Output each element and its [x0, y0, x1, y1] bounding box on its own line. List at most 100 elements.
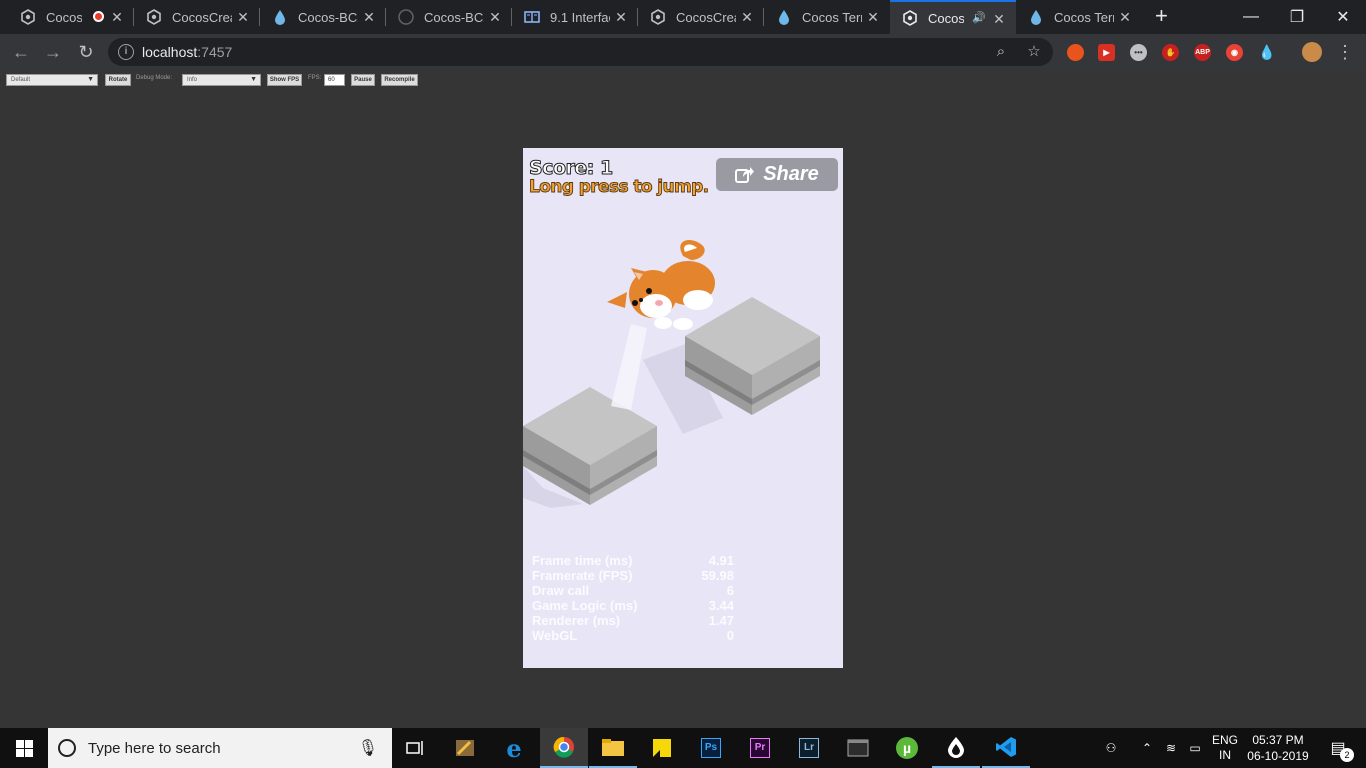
tab-strip: CocosC ✕ CocosCreat ✕ Cocos-BCX ✕ Cocos-…	[0, 0, 1366, 34]
close-icon[interactable]: ✕	[740, 9, 754, 26]
fps-label: FPS:	[308, 75, 322, 81]
debug-mode-select[interactable]: Info ▼	[182, 74, 261, 86]
restore-icon[interactable]: ❐	[1274, 0, 1320, 34]
sticky-notes-icon[interactable]	[638, 728, 686, 768]
tab-6[interactable]: Cocos Term ✕	[764, 0, 890, 34]
profile-avatar[interactable]	[1302, 42, 1322, 62]
close-window-icon[interactable]: ✕	[1320, 0, 1366, 34]
terminal-icon[interactable]	[834, 728, 882, 768]
tray-chevron-up-icon[interactable]: ⌃	[1136, 728, 1158, 768]
tab-8[interactable]: Cocos Term ✕	[1016, 0, 1142, 34]
cocos-icon	[20, 9, 36, 25]
vscode-icon[interactable]	[982, 728, 1030, 768]
debug-mode-label: Debug Mode:	[136, 75, 173, 81]
people-icon[interactable]: ⚇	[1098, 728, 1124, 768]
share-button[interactable]: Share	[716, 158, 838, 191]
extension-hand-icon[interactable]: ✋	[1162, 44, 1179, 61]
tab-3[interactable]: Cocos-BCX/ ✕	[386, 0, 512, 34]
address-bar[interactable]: i localhost:7457 ⌕ ☆	[108, 38, 1053, 66]
lightroom-icon[interactable]: Lr	[785, 728, 833, 768]
speaker-icon[interactable]: 🔊	[972, 11, 986, 24]
clock-time: 05:37 PM	[1252, 733, 1304, 747]
tab-5[interactable]: CocosCreat ✕	[638, 0, 764, 34]
utorrent-icon[interactable]: µ	[883, 728, 931, 768]
notification-count-badge: 2	[1340, 748, 1354, 762]
chrome-icon[interactable]	[540, 728, 588, 768]
show-fps-button[interactable]: Show FPS	[267, 74, 302, 86]
rotate-button[interactable]: Rotate	[105, 74, 131, 86]
cocos-icon	[902, 10, 918, 26]
close-icon[interactable]: ✕	[866, 9, 880, 26]
fps-input[interactable]: 60	[324, 74, 345, 86]
chevron-down-icon: ▼	[250, 76, 257, 83]
back-icon[interactable]: ←	[10, 42, 32, 62]
taskbar-search[interactable]: Type here to search 🎙	[48, 728, 392, 768]
close-icon[interactable]: ✕	[488, 9, 502, 26]
minimize-icon[interactable]: —	[1228, 0, 1274, 34]
file-explorer-icon[interactable]	[589, 728, 637, 768]
tab-title: Cocos-BCX	[298, 9, 358, 25]
start-button[interactable]	[0, 728, 48, 768]
cocos-creator-icon[interactable]	[932, 728, 980, 768]
premiere-icon[interactable]: Pr	[736, 728, 784, 768]
cocos-preview-toolbar: Default ▼ Rotate Debug Mode: Info ▼ Show F…	[0, 71, 1366, 89]
chevron-down-icon: ▼	[87, 76, 94, 83]
reload-icon[interactable]: ↻	[75, 42, 97, 62]
bookmark-star-icon[interactable]: ☆	[1025, 43, 1043, 61]
windows-logo-icon	[15, 739, 33, 757]
bcx-drop-icon	[272, 9, 288, 25]
tab-title: CocosC	[928, 10, 964, 26]
tab-0[interactable]: CocosC ✕	[8, 0, 134, 34]
battery-icon[interactable]: ▭	[1184, 728, 1206, 768]
stat-row: WebGL 0	[532, 628, 734, 643]
device-select[interactable]: Default ▼	[6, 74, 98, 86]
cocos-icon	[146, 9, 162, 25]
tab-1[interactable]: CocosCreat ✕	[134, 0, 260, 34]
tab-title: Cocos-BCX/	[424, 9, 484, 25]
stat-row: Renderer (ms) 1.47	[532, 613, 734, 628]
stat-row: Framerate (FPS) 59.98	[532, 568, 734, 583]
info-icon[interactable]: i	[118, 44, 134, 60]
stat-row: Game Logic (ms) 3.44	[532, 598, 734, 613]
adblock-plus-icon[interactable]: ABP	[1194, 44, 1211, 61]
extension-chat-icon[interactable]: •••	[1130, 44, 1147, 61]
close-icon[interactable]: ✕	[1118, 9, 1132, 26]
extension-record-icon[interactable]: ◉	[1226, 44, 1243, 61]
forward-icon[interactable]: →	[42, 42, 64, 62]
clock-date: 06-10-2019	[1247, 749, 1309, 763]
new-tab-icon[interactable]: +	[1155, 5, 1168, 27]
close-icon[interactable]: ✕	[362, 9, 376, 26]
tab-4[interactable]: 9.1 Interfac ✕	[512, 0, 638, 34]
extension-video-icon[interactable]: ▶	[1098, 44, 1115, 61]
url-text[interactable]: localhost:7457	[142, 44, 232, 60]
sketch-app-icon[interactable]	[441, 728, 489, 768]
recompile-button[interactable]: Recompile	[381, 74, 418, 86]
language-indicator[interactable]: ENG IN	[1207, 728, 1243, 768]
share-label: Share	[763, 163, 819, 185]
wifi-icon[interactable]: ≋	[1160, 728, 1182, 768]
action-center-button[interactable]: ▤ 2	[1318, 728, 1358, 768]
extension-drop-icon[interactable]: 💧	[1258, 44, 1275, 61]
edge-icon[interactable]: e	[490, 728, 538, 768]
close-icon[interactable]: ✕	[110, 9, 124, 26]
clock[interactable]: 05:37 PM 06-10-2019	[1246, 728, 1310, 768]
cocos-icon	[650, 9, 666, 25]
pause-button[interactable]: Pause	[351, 74, 375, 86]
photoshop-icon[interactable]: Ps	[687, 728, 735, 768]
zoom-icon[interactable]: ⌕	[992, 43, 1010, 61]
windows-taskbar: Type here to search 🎙 e Ps Pr Lr µ ⚇ ⌃ ≋…	[0, 728, 1366, 768]
game-canvas[interactable]: Score: 1 Long press to jump. Share Frame…	[523, 148, 843, 668]
close-icon[interactable]: ✕	[236, 9, 250, 26]
extension-fire-icon[interactable]	[1067, 44, 1084, 61]
tab-2[interactable]: Cocos-BCX ✕	[260, 0, 386, 34]
stat-row: Frame time (ms) 4.91	[532, 553, 734, 568]
close-icon[interactable]: ✕	[992, 11, 1006, 28]
menu-kebab-icon[interactable]: ⋮	[1334, 42, 1356, 62]
task-view-icon[interactable]	[392, 728, 440, 768]
tab-title: CocosCreat	[172, 9, 232, 25]
tab-title: CocosCreat	[676, 9, 736, 25]
close-icon[interactable]: ✕	[614, 9, 628, 26]
microphone-icon[interactable]: 🎙	[358, 738, 378, 758]
browser-toolbar: ← → ↻ i localhost:7457 ⌕ ☆ ▶ ••• ✋ ABP ◉…	[0, 34, 1366, 71]
tab-7-active[interactable]: CocosC 🔊 ✕	[890, 0, 1016, 34]
